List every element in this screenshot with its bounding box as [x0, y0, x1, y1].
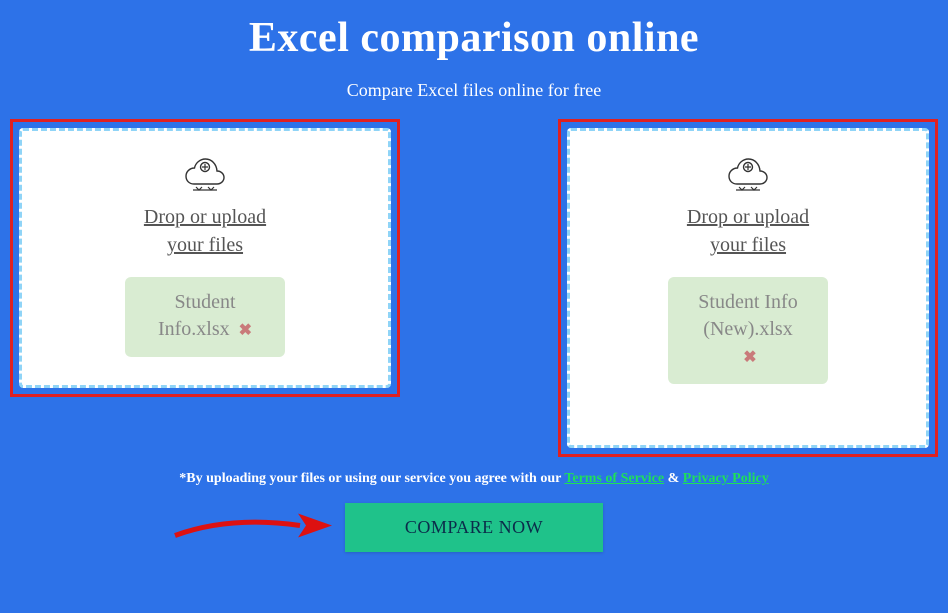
remove-file-left-icon[interactable]: ✖	[239, 322, 252, 339]
annotation-arrow-icon	[170, 505, 335, 550]
upload-box-left-highlight: Drop or upload your files Student Info.x…	[10, 119, 400, 397]
page-title: Excel comparison online	[0, 0, 948, 62]
disclaimer-prefix: *By uploading your files or using our se…	[179, 471, 564, 486]
upload-cloud-icon	[722, 145, 774, 197]
file-chip-left: Student Info.xlsx ✖	[125, 277, 285, 357]
file-chip-right: Student Info (New).xlsx ✖	[668, 277, 828, 384]
drop-zone-left[interactable]: Drop or upload your files Student Info.x…	[19, 128, 391, 388]
drop-label-line2: your files	[710, 234, 786, 256]
file-name-left: Student Info.xlsx	[158, 291, 236, 340]
compare-now-button[interactable]: COMPARE NOW	[345, 503, 603, 552]
compare-row: COMPARE NOW	[0, 503, 948, 552]
file-name-right: Student Info (New).xlsx	[698, 291, 797, 340]
upload-box-right-highlight: Drop or upload your files Student Info (…	[558, 119, 938, 457]
upload-disclaimer: *By uploading your files or using our se…	[0, 471, 948, 487]
drop-label-line2: your files	[167, 234, 243, 256]
page-subtitle: Compare Excel files online for free	[0, 80, 948, 101]
drop-label-line1: Drop or upload	[144, 206, 266, 228]
drop-label-right[interactable]: Drop or upload your files	[687, 203, 809, 259]
upload-cloud-icon	[179, 145, 231, 197]
disclaimer-amp: &	[664, 471, 683, 486]
terms-of-service-link[interactable]: Terms of Service	[564, 471, 664, 486]
drop-label-left[interactable]: Drop or upload your files	[144, 203, 266, 259]
privacy-policy-link[interactable]: Privacy Policy	[683, 471, 769, 486]
drop-label-line1: Drop or upload	[687, 206, 809, 228]
remove-file-right-icon[interactable]: ✖	[743, 349, 756, 366]
upload-row: Drop or upload your files Student Info.x…	[0, 119, 948, 457]
drop-zone-right[interactable]: Drop or upload your files Student Info (…	[567, 128, 929, 448]
